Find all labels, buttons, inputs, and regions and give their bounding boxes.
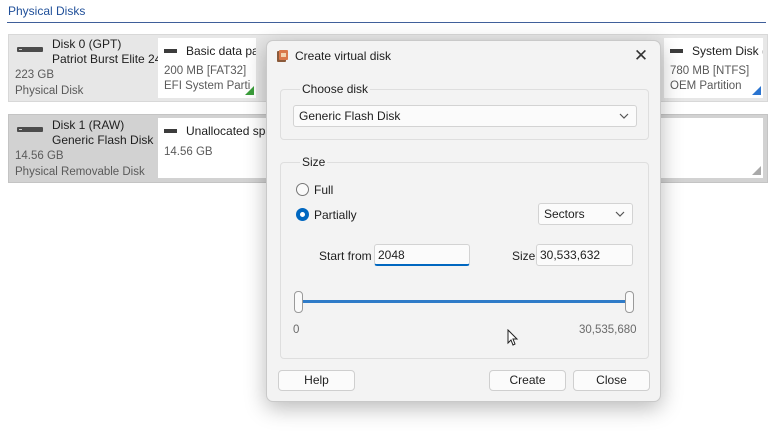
- partition-name: Unallocated spa: [186, 124, 273, 138]
- range-slider-end-thumb[interactable]: [625, 291, 634, 313]
- mouse-cursor-icon: [507, 329, 519, 346]
- range-max-label: 30,535,680: [579, 324, 637, 336]
- physical-disks-title: Physical Disks: [8, 4, 86, 18]
- chevron-down-icon: [615, 211, 625, 217]
- disk-0-info[interactable]: Disk 0 (GPT) Patriot Burst Elite 24 223 …: [9, 35, 161, 101]
- partition-name: System Disk (: [692, 44, 763, 58]
- disk-1-size: 14.56 GB: [15, 150, 64, 162]
- partition-basic-data[interactable]: Basic data pa 200 MB [FAT32] EFI System …: [158, 38, 256, 98]
- partition-label: OEM Partition: [670, 80, 742, 92]
- disk-0-name: Disk 0 (GPT): [52, 37, 122, 51]
- partition-status-corner: [752, 166, 761, 175]
- partition-system-disk[interactable]: System Disk ( 780 MB [NTFS] OEM Partitio…: [664, 38, 763, 98]
- partition-size: 14.56 GB: [164, 146, 213, 158]
- disk-0-type: Physical Disk: [15, 85, 84, 97]
- section-divider: [7, 22, 766, 23]
- start-from-input[interactable]: [374, 244, 470, 266]
- partition-status-corner: [245, 86, 254, 95]
- disk-select-value: Generic Flash Disk: [299, 109, 401, 123]
- radio-full[interactable]: [296, 183, 309, 196]
- chevron-down-icon: [619, 113, 629, 119]
- hard-disk-icon: [17, 47, 43, 52]
- radio-full-label: Full: [314, 183, 334, 197]
- radio-partially-label: Partially: [314, 208, 357, 222]
- disk-tool-icon: [277, 50, 288, 62]
- partition-fs: 780 MB [NTFS]: [670, 65, 750, 77]
- create-button[interactable]: Create: [489, 370, 566, 391]
- disk-1-info[interactable]: Disk 1 (RAW) Generic Flash Disk 14.56 GB…: [9, 115, 157, 182]
- partition-label: EFI System Parti: [164, 80, 251, 92]
- hard-disk-icon: [17, 127, 43, 132]
- disk-select[interactable]: Generic Flash Disk: [293, 105, 637, 127]
- disk-0-model: Patriot Burst Elite 24: [52, 52, 162, 66]
- close-icon[interactable]: ✕: [631, 46, 651, 66]
- partition-fs: 200 MB [FAT32]: [164, 65, 247, 77]
- close-button[interactable]: Close: [573, 370, 650, 391]
- partition-status-corner: [752, 86, 761, 95]
- create-virtual-disk-dialog: Create virtual disk ✕ Choose disk Generi…: [266, 40, 661, 402]
- choose-disk-label: Choose disk: [300, 82, 371, 96]
- range-slider-start-thumb[interactable]: [294, 291, 303, 313]
- unit-select-value: Sectors: [544, 207, 585, 221]
- size-input[interactable]: [536, 244, 633, 266]
- size-group-label: Size: [300, 155, 328, 169]
- radio-partially[interactable]: [296, 208, 309, 221]
- unit-select[interactable]: Sectors: [538, 203, 633, 225]
- start-from-label: Start from: [319, 249, 372, 263]
- disk-1-model: Generic Flash Disk: [52, 133, 154, 147]
- range-slider-track[interactable]: [300, 300, 630, 303]
- disk-1-name: Disk 1 (RAW): [52, 118, 125, 132]
- partition-icon: [670, 49, 683, 53]
- disk-1-type: Physical Removable Disk: [15, 166, 145, 178]
- partition-name: Basic data pa: [186, 44, 256, 58]
- disk-0-size: 223 GB: [15, 69, 54, 81]
- dialog-title: Create virtual disk: [295, 49, 392, 63]
- size-label: Size: [512, 249, 536, 263]
- partition-icon: [164, 129, 177, 133]
- help-button[interactable]: Help: [278, 370, 355, 391]
- range-min-label: 0: [293, 324, 300, 336]
- partition-icon: [164, 49, 177, 53]
